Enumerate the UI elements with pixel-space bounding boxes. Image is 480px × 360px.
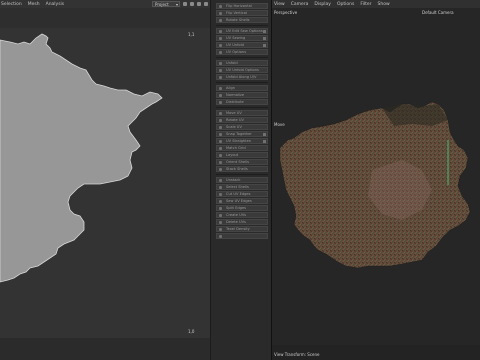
options-box-icon[interactable] <box>263 37 266 40</box>
sew-icon <box>219 200 222 203</box>
tool-align[interactable]: Align <box>216 85 268 91</box>
uv-shell-shape[interactable] <box>0 33 163 283</box>
divider <box>216 57 268 58</box>
move-icon <box>219 112 222 115</box>
tool-snap-together[interactable]: Snap Together <box>216 131 268 137</box>
orient-icon <box>219 161 222 164</box>
tool-create-uvs[interactable]: Create UVs <box>216 212 268 218</box>
terrain-svg <box>279 101 471 269</box>
uv-corner-bottom-right: 1,0 <box>188 329 195 334</box>
uv-editor-panel: Selection Mesh Analysis Project ▾ 1,1 1,… <box>0 0 210 360</box>
options-icon <box>219 51 222 54</box>
tool-match-grid[interactable]: Match Grid <box>216 145 268 151</box>
uv-bottom-strip <box>0 338 210 360</box>
tool-scale-uv[interactable]: Scale UV <box>216 124 268 130</box>
rotate-icon <box>219 19 222 22</box>
scene-label: View Transform: Scene <box>274 352 320 357</box>
grid-icon <box>219 147 222 150</box>
tool-rotate-shells[interactable]: Rotate Shells <box>216 17 268 23</box>
project-dropdown[interactable]: Project ▾ <box>152 1 180 7</box>
options-box-icon[interactable] <box>263 140 266 143</box>
tool-texel-density[interactable]: Texel Density <box>216 226 268 232</box>
options-box-icon[interactable] <box>263 133 266 136</box>
tool-layout[interactable]: Layout <box>216 152 268 158</box>
unfold-icon <box>219 69 222 72</box>
straighten-icon <box>219 140 222 143</box>
tool-flip-vertical[interactable]: Flip Vertical <box>216 10 268 16</box>
snap-icon <box>219 133 222 136</box>
tool-flip-horizontal[interactable]: Flip Horizontal <box>216 3 268 9</box>
divider <box>216 82 268 83</box>
options-box-icon[interactable] <box>263 44 266 47</box>
stack-icon <box>219 179 222 182</box>
chevron-down-icon: ▾ <box>175 1 178 7</box>
density-icon <box>219 228 222 231</box>
uv-toolkit-panel: Flip Horizontal Flip Vertical Rotate She… <box>210 0 272 360</box>
tool-uv-sewing[interactable]: UV Sewing <box>216 35 268 41</box>
uv-corner-top-right: 1,1 <box>188 32 195 37</box>
tool-select-shells[interactable]: Select Shells <box>216 184 268 190</box>
tool-move-uv[interactable]: Move UV <box>216 110 268 116</box>
divider <box>216 107 268 108</box>
layout-icon <box>219 154 222 157</box>
tool-stack-shells[interactable]: Stack Shells <box>216 166 268 172</box>
align-icon <box>219 87 222 90</box>
uv-shell-svg <box>0 33 163 283</box>
project-dropdown-value: Project <box>155 1 169 7</box>
divider <box>216 174 268 175</box>
uv-toolbar-right: Project ▾ <box>152 0 210 8</box>
tool-split-edges[interactable]: Split Edges <box>216 205 268 211</box>
unfold-icon <box>219 44 222 47</box>
create-icon <box>219 214 222 217</box>
unfold-icon <box>219 76 222 79</box>
settings-icon[interactable] <box>183 2 187 6</box>
unfold-icon <box>219 62 222 65</box>
tool-normalize[interactable]: Normalize <box>216 92 268 98</box>
cut-icon <box>219 193 222 196</box>
menu-mesh[interactable]: Mesh <box>28 2 40 7</box>
select-icon <box>219 186 222 189</box>
delete-icon <box>219 221 222 224</box>
misc-icon <box>219 235 222 238</box>
refresh-icon[interactable] <box>204 2 208 6</box>
tool-empty-1[interactable] <box>216 233 268 239</box>
tool-uv-straighten[interactable]: UV Straighten <box>216 138 268 144</box>
uv-canvas[interactable]: 1,1 1,0 <box>0 28 210 338</box>
options-box-icon[interactable] <box>263 30 266 33</box>
menu-selection[interactable]: Selection <box>1 2 22 7</box>
tool-unfold-options[interactable]: UV Unfold Options <box>216 67 268 73</box>
tool-cut-uv-edges[interactable]: Cut UV Edges <box>216 191 268 197</box>
tool-uv-options[interactable]: UV Options <box>216 49 268 55</box>
flip-icon <box>219 12 222 15</box>
tool-sew-uv-edges[interactable]: Sew UV Edges <box>216 198 268 204</box>
rotate-icon <box>219 119 222 122</box>
tool-sew-options[interactable]: UV Edit Sew Options <box>216 28 268 34</box>
divider <box>216 25 268 26</box>
tool-delete-uvs[interactable]: Delete UVs <box>216 219 268 225</box>
tool-unfold[interactable]: Unfold <box>216 60 268 66</box>
menu-analysis[interactable]: Analysis <box>46 2 65 7</box>
normalize-icon <box>219 94 222 97</box>
sew-icon <box>219 37 222 40</box>
split-icon <box>219 207 222 210</box>
sew-icon <box>219 30 222 33</box>
flip-icon <box>219 5 222 8</box>
grid-icon[interactable] <box>197 2 201 6</box>
tool-distribute[interactable]: Distribute <box>216 99 268 105</box>
viewport-panel: View Camera Display Options Filter Show … <box>271 0 480 360</box>
lock-icon[interactable] <box>190 2 194 6</box>
viewport-status-bar: View Transform: Scene <box>272 345 480 360</box>
distribute-icon <box>219 101 222 104</box>
terrain-dark-ridge <box>382 104 448 126</box>
tool-uv-unfold[interactable]: UV Unfold <box>216 42 268 48</box>
scale-icon <box>219 126 222 129</box>
tool-rotate-uv[interactable]: Rotate UV <box>216 117 268 123</box>
tool-unstack[interactable]: Unstack <box>216 177 268 183</box>
uv-header-strip <box>0 8 210 28</box>
tool-orient-shells[interactable]: Orient Shells <box>216 159 268 165</box>
tool-unfold-along[interactable]: Unfold Along U/V <box>216 74 268 80</box>
stack-icon <box>219 168 222 171</box>
